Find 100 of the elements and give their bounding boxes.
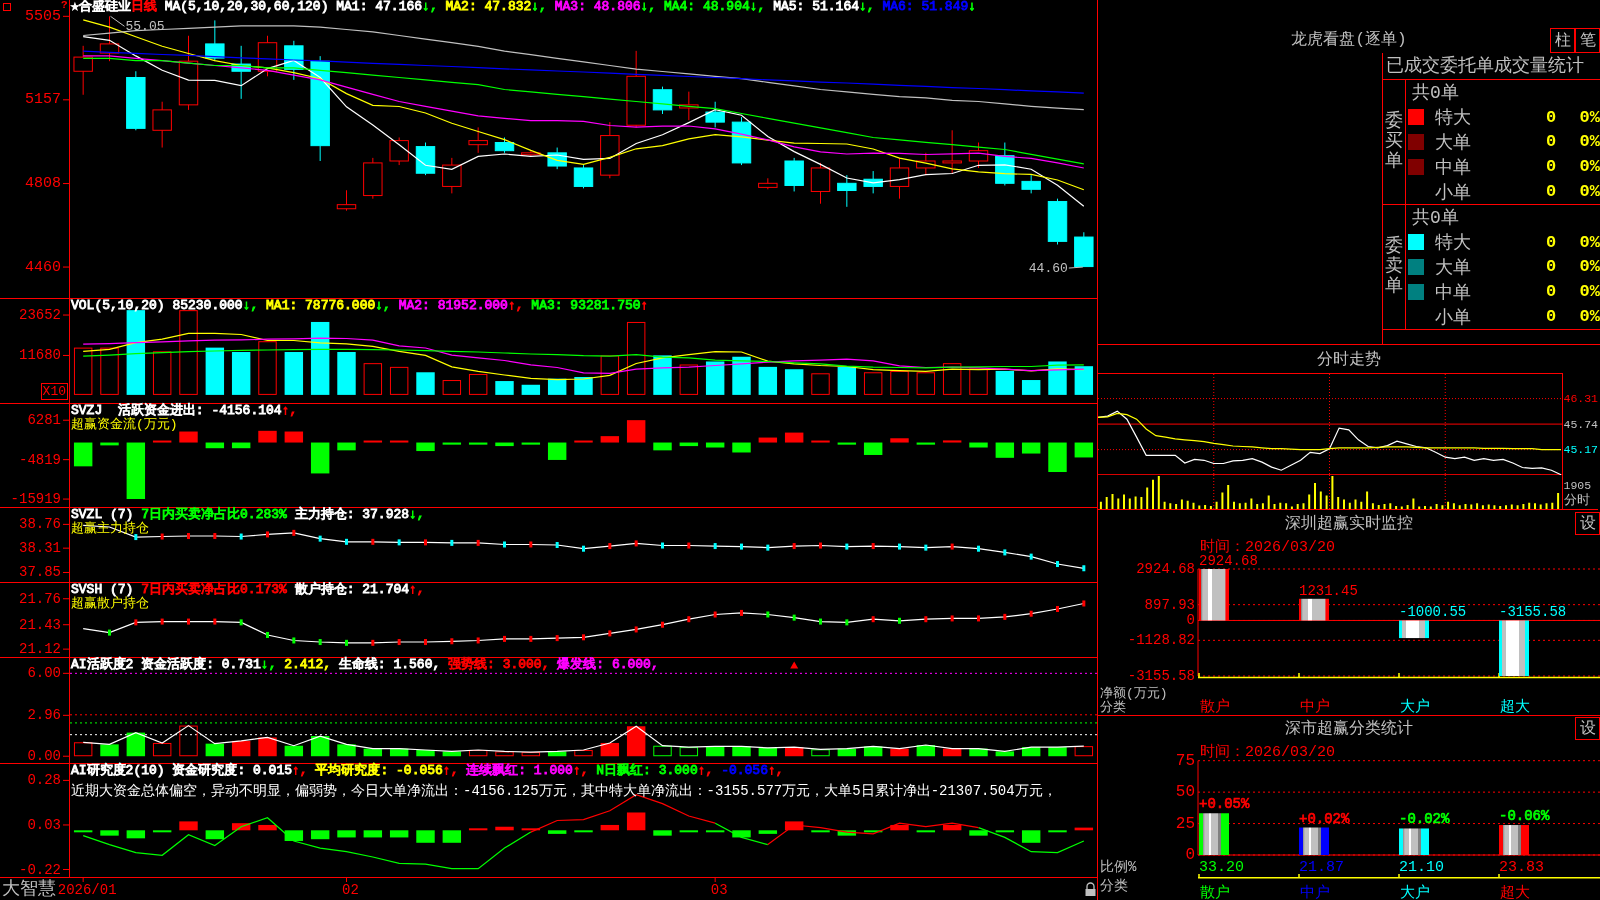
fund-flow-bar <box>310 442 330 474</box>
legend-text: MA4: 48.904 <box>662 0 750 14</box>
candlestick <box>468 126 488 154</box>
change-marker <box>819 618 822 625</box>
value-label: 23.83 <box>1499 859 1544 876</box>
change-marker <box>397 639 401 646</box>
date-label: 03 <box>710 882 728 898</box>
order-count: 0 <box>1544 107 1558 127</box>
legend-text: ↑, <box>292 763 308 778</box>
change-marker <box>503 635 506 642</box>
date-label: 02 <box>342 882 359 898</box>
legend-text: ↓, <box>859 0 875 14</box>
change-marker <box>608 543 612 550</box>
chart-date: 时间：2026/03/20 <box>1200 539 1335 556</box>
candlestick <box>968 142 989 169</box>
category-label: 超大 <box>1500 885 1530 900</box>
candlestick <box>863 170 883 194</box>
research-bar <box>337 830 356 838</box>
fund-flow-bar <box>1048 442 1067 472</box>
brand-name: 大智慧 <box>2 878 56 900</box>
change-label: +0.05% <box>1199 796 1250 813</box>
change-marker <box>371 538 375 545</box>
axis-title: 净额(万元) <box>1100 686 1168 701</box>
value-label: 21.87 <box>1299 859 1344 876</box>
legend-text: ↑, <box>572 763 589 778</box>
order-count: 0 <box>1544 257 1558 277</box>
fund-flow-bar <box>600 436 620 443</box>
order-share: 0% <box>1578 257 1600 277</box>
research-bar <box>626 812 646 831</box>
order-count: 0 <box>1544 307 1558 327</box>
change-marker <box>134 534 138 541</box>
legend-text: 7日内买卖净占比0.173% <box>141 582 287 597</box>
value-label: 21.10 <box>1399 859 1444 876</box>
legend-text: ↑, <box>697 763 714 778</box>
fund-flow-bar <box>284 431 304 443</box>
fund-flow-bar <box>969 442 988 448</box>
research-bar <box>152 830 172 833</box>
candlestick <box>205 19 225 62</box>
net-amount-bar <box>1199 569 1229 621</box>
settings-button[interactable]: 设 <box>1575 717 1600 740</box>
axis-label: 6.00 <box>27 665 61 682</box>
change-marker <box>555 635 559 642</box>
axis-label: 5505 <box>25 7 61 25</box>
change-marker <box>792 543 796 550</box>
leader-line <box>1068 266 1084 269</box>
change-marker <box>318 535 322 542</box>
change-marker <box>529 635 533 642</box>
axis-label: 50 <box>1175 783 1195 802</box>
axis-label: 4460 <box>25 258 61 276</box>
share-bar <box>1299 827 1329 855</box>
research-bar <box>890 824 909 831</box>
triangle-marker <box>790 661 799 669</box>
legend-text: ↓, <box>422 0 438 14</box>
square-icon <box>3 3 11 11</box>
settings-button[interactable]: 设 <box>1575 512 1600 535</box>
fund-flow-bar <box>574 440 593 443</box>
research-bar <box>916 830 936 833</box>
legend-text: ↑, <box>767 763 784 778</box>
research-bar <box>100 830 119 836</box>
view-toggle-button[interactable]: 笔 <box>1575 28 1600 53</box>
candlestick <box>889 157 910 200</box>
research-bar <box>837 830 857 836</box>
legend-text: SVZL (7) <box>71 507 134 522</box>
net-amount-bar <box>1499 620 1529 676</box>
fund-flow-bar <box>442 442 462 445</box>
legend-text: -0.056 <box>720 763 768 778</box>
price-marker-label: 44.60 <box>1028 261 1068 277</box>
research-bar <box>679 830 699 833</box>
axis-label: 11680 <box>19 347 61 364</box>
legend-text: MA6: 51.849 <box>881 0 969 14</box>
order-share: 0% <box>1578 157 1600 177</box>
change-marker <box>1056 606 1059 612</box>
legend-text: MA3: 93281.750 <box>530 298 641 313</box>
axis-label: 6281 <box>27 412 61 429</box>
change-marker <box>160 533 164 540</box>
change-marker <box>266 531 269 538</box>
legend-text: 主力持仓: 37.928 <box>293 507 410 522</box>
value-label: 2924.68 <box>1199 553 1258 569</box>
candlestick <box>837 174 857 208</box>
order-share: 0% <box>1578 307 1600 327</box>
fund-flow-bar <box>679 442 699 447</box>
axis-label: 37.85 <box>19 564 61 581</box>
research-bar <box>521 828 541 831</box>
fund-flow-bar <box>152 440 172 443</box>
candlestick <box>257 35 278 77</box>
change-marker <box>713 543 717 550</box>
axis-label: 45.17 <box>1563 443 1598 457</box>
leader-line <box>110 15 125 27</box>
legend-text: 强势线: 3.000, <box>447 657 550 672</box>
change-marker <box>450 638 454 645</box>
research-bar <box>732 830 751 838</box>
axis-title: 分类 <box>1100 700 1126 715</box>
candlestick <box>652 86 673 115</box>
research-bar <box>310 830 330 840</box>
row-label: 大单 <box>1435 132 1472 154</box>
change-marker <box>924 616 928 623</box>
group-label: 委买单 <box>1385 112 1403 172</box>
view-toggle-button[interactable]: 柱 <box>1550 28 1575 53</box>
category-label: 中户 <box>1300 885 1330 900</box>
order-share: 0% <box>1578 232 1600 252</box>
